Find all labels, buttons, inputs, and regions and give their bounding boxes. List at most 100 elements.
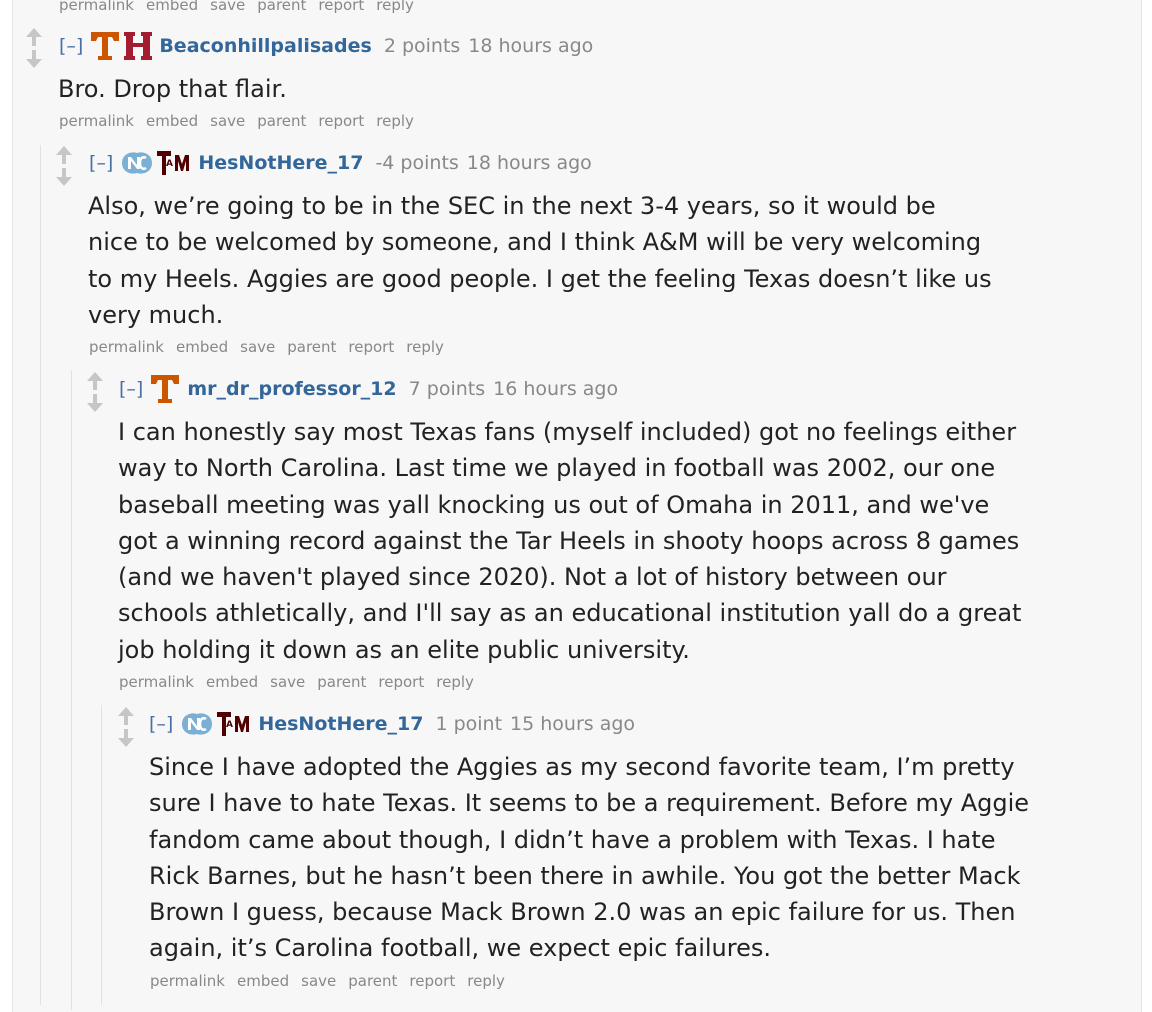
reply-link[interactable]: reply [436, 672, 474, 692]
upvote-arrow-icon[interactable] [118, 707, 134, 716]
child-thread-line [71, 370, 72, 1010]
comment-tagline: [–] Beaconhillpalisades 2 points 18 hour… [59, 31, 593, 61]
vote-arrows [84, 372, 106, 414]
collapse-toggle[interactable]: [–] [149, 713, 173, 735]
comment-line: (and we haven't played since 2020). Not … [118, 563, 947, 592]
save-link[interactable]: save [210, 0, 245, 15]
upvote-arrow-icon[interactable] [87, 372, 103, 381]
comment-body: I can honestly say most Texas fans (myse… [118, 414, 1021, 668]
comment-line: I can honestly say most Texas fans (myse… [118, 418, 1017, 446]
save-link[interactable]: save [240, 337, 275, 357]
permalink-link[interactable]: permalink [89, 337, 164, 357]
child-thread-line [101, 705, 102, 1005]
comment-time: 18 hours ago [468, 35, 594, 57]
comment-line: fandom came about though, I didn’t have … [149, 825, 996, 854]
texas-am-flair-icon: A [157, 151, 190, 175]
embed-link[interactable]: embed [206, 672, 258, 692]
north-carolina-flair-icon [122, 152, 153, 174]
comment-time: 18 hours ago [466, 152, 592, 174]
comment-actions: permalink embed save parent report reply [59, 111, 414, 131]
comment-score: 7 points [408, 378, 486, 400]
comment-line: nice to be welcomed by someone, and I th… [88, 228, 982, 257]
comment-body: Since I have adopted the Aggies as my se… [149, 749, 1029, 967]
parent-link[interactable]: parent [257, 111, 306, 131]
downvote-arrow-icon[interactable] [26, 59, 42, 68]
downvote-arrow-icon[interactable] [56, 177, 72, 186]
comment-time: 16 hours ago [493, 378, 619, 400]
comment-line: very much. [88, 300, 224, 329]
reply-link[interactable]: reply [406, 337, 444, 357]
svg-text:A: A [166, 159, 173, 169]
comment-actions: permalink embed save parent report reply [59, 0, 414, 15]
comment-author[interactable]: mr_dr_professor_12 [187, 378, 396, 400]
texas-flair-icon [151, 375, 180, 403]
comment-line: baseball meeting was yall knocking us ou… [118, 490, 990, 519]
embed-link[interactable]: embed [237, 971, 289, 991]
harvard-flair-icon [124, 32, 153, 60]
collapse-toggle[interactable]: [–] [89, 152, 113, 174]
vote-arrows [53, 146, 75, 188]
comment-body: Also, we’re going to be in the SEC in th… [88, 188, 992, 333]
report-link[interactable]: report [409, 971, 455, 991]
comment-actions: permalink embed save parent report reply [150, 971, 505, 991]
comment-score: 1 point [435, 713, 503, 735]
reply-link[interactable]: reply [376, 111, 414, 131]
report-link[interactable]: report [318, 0, 364, 15]
save-link[interactable]: save [301, 971, 336, 991]
embed-link[interactable]: embed [146, 111, 198, 131]
vote-arrows [23, 28, 45, 70]
collapse-toggle[interactable]: [–] [59, 35, 83, 57]
upvote-arrow-icon[interactable] [56, 146, 72, 155]
comment-score: 2 points [383, 35, 461, 57]
parent-link[interactable]: parent [257, 0, 306, 15]
parent-link[interactable]: parent [287, 337, 336, 357]
comment-line: Brown I guess, because Mack Brown 2.0 wa… [149, 898, 1016, 927]
comment-time: 15 hours ago [510, 713, 636, 735]
svg-text:A: A [226, 720, 233, 730]
collapse-toggle[interactable]: [–] [119, 378, 143, 400]
texas-am-flair-icon: A [217, 712, 250, 736]
comment-line: Also, we’re going to be in the SEC in th… [88, 192, 936, 220]
north-carolina-flair-icon [182, 713, 213, 735]
reply-link[interactable]: reply [467, 971, 505, 991]
comment-line: again, it’s Carolina football, we expect… [149, 934, 771, 963]
save-link[interactable]: save [210, 111, 245, 131]
comment-author[interactable]: Beaconhillpalisades [159, 35, 371, 57]
comment-line: way to North Carolina. Last time we play… [118, 454, 996, 483]
comment-line: Bro. Drop that flair. [58, 75, 287, 103]
comment-line: got a winning record against the Tar Hee… [118, 526, 1020, 555]
permalink-link[interactable]: permalink [119, 672, 194, 692]
embed-link[interactable]: embed [176, 337, 228, 357]
comment-line: Rick Barnes, but he hasn’t been there in… [149, 861, 1021, 890]
permalink-link[interactable]: permalink [150, 971, 225, 991]
report-link[interactable]: report [318, 111, 364, 131]
parent-link[interactable]: parent [317, 672, 366, 692]
comment-tagline: [–] mr_dr_professor_12 7 points 16 hours… [119, 374, 618, 404]
comment-body: Bro. Drop that flair. [58, 71, 287, 107]
child-thread-line [40, 145, 41, 1005]
comment-score: -4 points [375, 152, 459, 174]
report-link[interactable]: report [378, 672, 424, 692]
comment-line: schools athletically, and I'll say as an… [118, 599, 1022, 628]
comment-line: sure I have to hate Texas. It seems to b… [149, 789, 1030, 818]
downvote-arrow-icon[interactable] [118, 738, 134, 747]
texas-flair-icon [91, 32, 120, 60]
comment-author[interactable]: HesNotHere_17 [198, 152, 363, 174]
save-link[interactable]: save [270, 672, 305, 692]
comment-tagline: [–] A HesNotHere_17 -4 points 18 hours a… [89, 148, 592, 178]
downvote-arrow-icon[interactable] [87, 403, 103, 412]
comment-actions: permalink embed save parent report reply [119, 672, 474, 692]
parent-link[interactable]: parent [348, 971, 397, 991]
comment-actions: permalink embed save parent report reply [89, 337, 444, 357]
upvote-arrow-icon[interactable] [26, 28, 42, 37]
report-link[interactable]: report [348, 337, 394, 357]
comment-line: Since I have adopted the Aggies as my se… [149, 753, 1015, 781]
comment-author[interactable]: HesNotHere_17 [258, 713, 423, 735]
permalink-link[interactable]: permalink [59, 111, 134, 131]
comment-line: to my Heels. Aggies are good people. I g… [88, 264, 992, 293]
vote-arrows [115, 707, 137, 749]
embed-link[interactable]: embed [146, 0, 198, 15]
reply-link[interactable]: reply [376, 0, 414, 15]
permalink-link[interactable]: permalink [59, 0, 134, 15]
comment-line: job holding it down as an elite public u… [118, 635, 690, 664]
